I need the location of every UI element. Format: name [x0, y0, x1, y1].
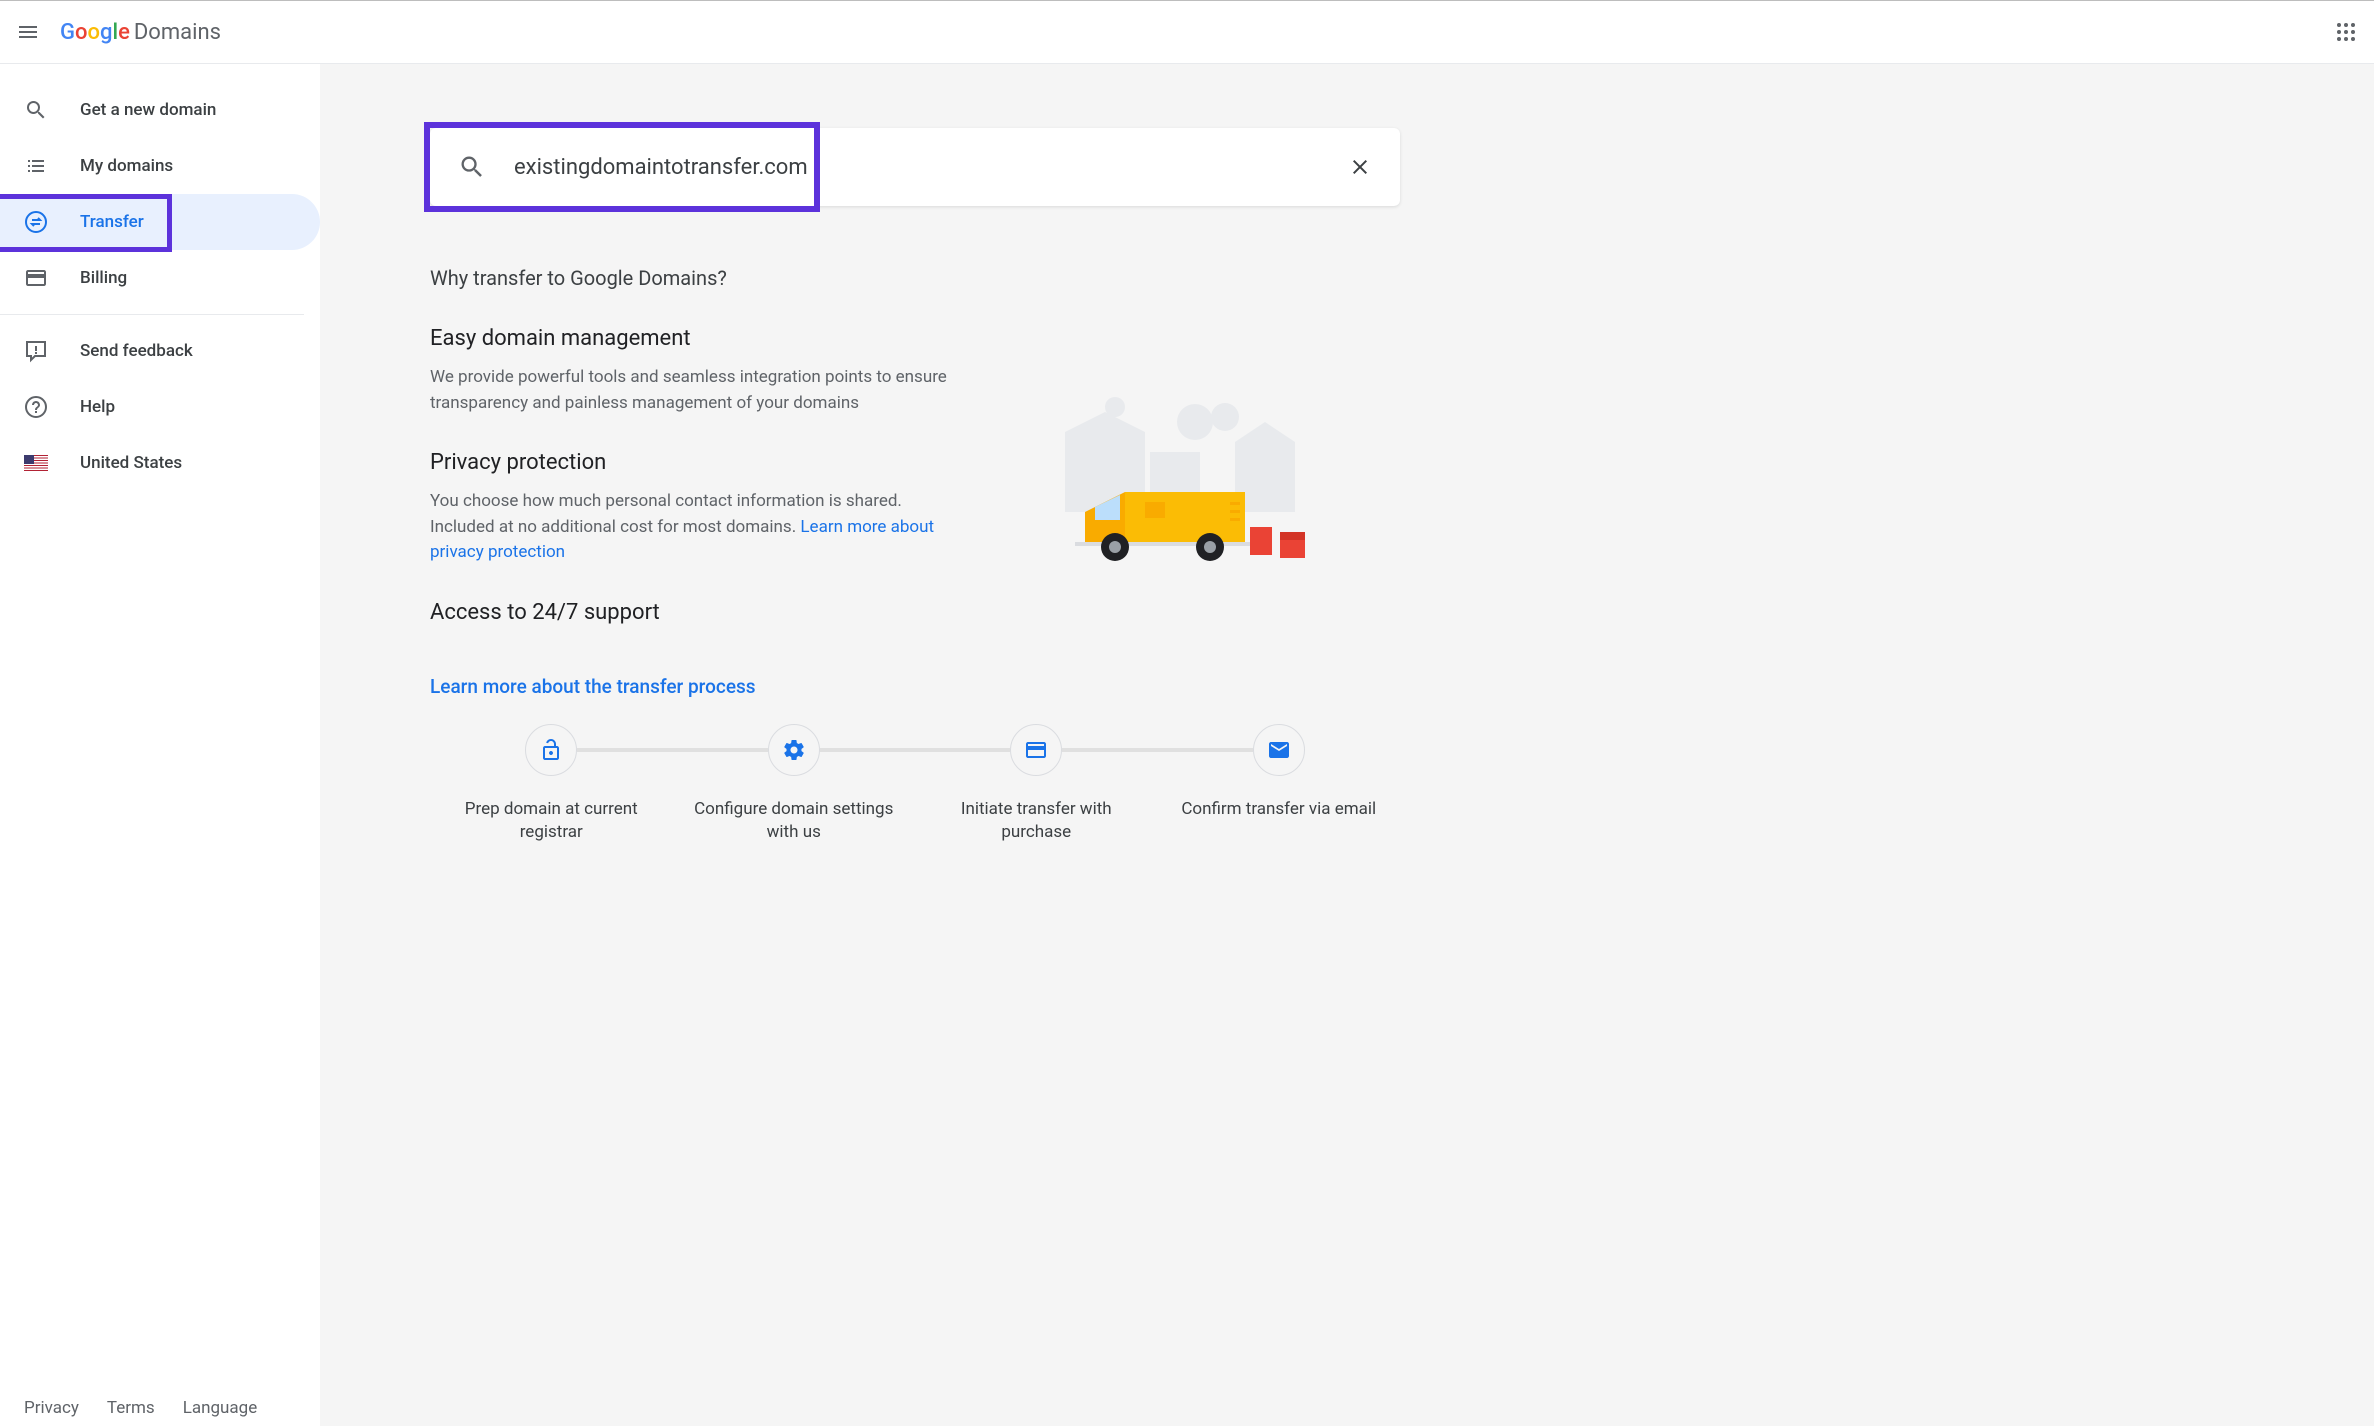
footer-link-privacy[interactable]: Privacy: [24, 1398, 79, 1418]
divider: [0, 314, 304, 315]
sidebar-item-label: United States: [80, 453, 182, 473]
sidebar-item-region[interactable]: United States: [0, 435, 320, 491]
sidebar-item-label: Billing: [80, 268, 127, 288]
sidebar-item-billing[interactable]: Billing: [0, 250, 320, 306]
mail-icon: [1253, 724, 1305, 776]
step-prep: Prep domain at current registrar: [430, 724, 673, 846]
step-label: Confirm transfer via email: [1181, 798, 1376, 822]
sidebar-item-get-domain[interactable]: Get a new domain: [0, 82, 320, 138]
search-icon: [24, 98, 48, 122]
search-icon: [458, 153, 486, 181]
step-label: Configure domain settings with us: [694, 798, 894, 846]
top-bar: Google Domains: [0, 0, 2374, 64]
card-icon: [1010, 724, 1062, 776]
footer-link-language[interactable]: Language: [183, 1398, 258, 1418]
domain-search-input[interactable]: [514, 155, 1348, 180]
sidebar-item-label: Help: [80, 397, 115, 417]
logo[interactable]: Google Domains: [60, 20, 221, 45]
feature-support: Access to 24/7 support: [430, 600, 970, 625]
feedback-icon: [24, 339, 48, 363]
gear-icon: [768, 724, 820, 776]
moving-truck-illustration: [970, 326, 1400, 659]
section-title: Why transfer to Google Domains?: [430, 266, 1400, 290]
sidebar-item-label: My domains: [80, 156, 173, 176]
sidebar: Get a new domain My domains Transfer B: [0, 64, 320, 1426]
feature-title: Access to 24/7 support: [430, 600, 970, 625]
step-configure: Configure domain settings with us: [673, 724, 916, 846]
feature-body: You choose how much personal contact inf…: [430, 489, 970, 566]
step-label: Initiate transfer with purchase: [936, 798, 1136, 846]
sidebar-item-help[interactable]: Help: [0, 379, 320, 435]
menu-icon[interactable]: [16, 20, 40, 44]
apps-icon[interactable]: [2334, 20, 2358, 44]
step-label: Prep domain at current registrar: [451, 798, 651, 846]
transfer-icon: [24, 210, 48, 234]
sidebar-item-label: Transfer: [80, 212, 144, 232]
flag-icon: [24, 451, 48, 475]
feature-body: We provide powerful tools and seamless i…: [430, 365, 970, 416]
logo-suffix: Domains: [134, 20, 221, 45]
sidebar-footer: Privacy Terms Language: [0, 1398, 320, 1426]
sidebar-item-label: Send feedback: [80, 341, 193, 361]
sidebar-item-feedback[interactable]: Send feedback: [0, 323, 320, 379]
feature-management: Easy domain management We provide powerf…: [430, 326, 970, 416]
sidebar-item-label: Get a new domain: [80, 100, 216, 120]
transfer-learn-link[interactable]: Learn more about the transfer process: [430, 675, 756, 698]
close-icon[interactable]: [1348, 155, 1372, 179]
feature-title: Easy domain management: [430, 326, 970, 351]
sidebar-item-my-domains[interactable]: My domains: [0, 138, 320, 194]
list-icon: [24, 154, 48, 178]
domain-search-box: [430, 128, 1400, 206]
transfer-steps: Prep domain at current registrar Configu…: [430, 724, 1400, 846]
help-icon: [24, 395, 48, 419]
main-content: Why transfer to Google Domains? Easy dom…: [320, 64, 2374, 1426]
feature-privacy: Privacy protection You choose how much p…: [430, 450, 970, 566]
step-initiate: Initiate transfer with purchase: [915, 724, 1158, 846]
card-icon: [24, 266, 48, 290]
step-confirm: Confirm transfer via email: [1158, 724, 1401, 822]
lock-open-icon: [525, 724, 577, 776]
footer-link-terms[interactable]: Terms: [107, 1398, 155, 1418]
feature-title: Privacy protection: [430, 450, 970, 475]
sidebar-item-transfer[interactable]: Transfer: [0, 194, 320, 250]
